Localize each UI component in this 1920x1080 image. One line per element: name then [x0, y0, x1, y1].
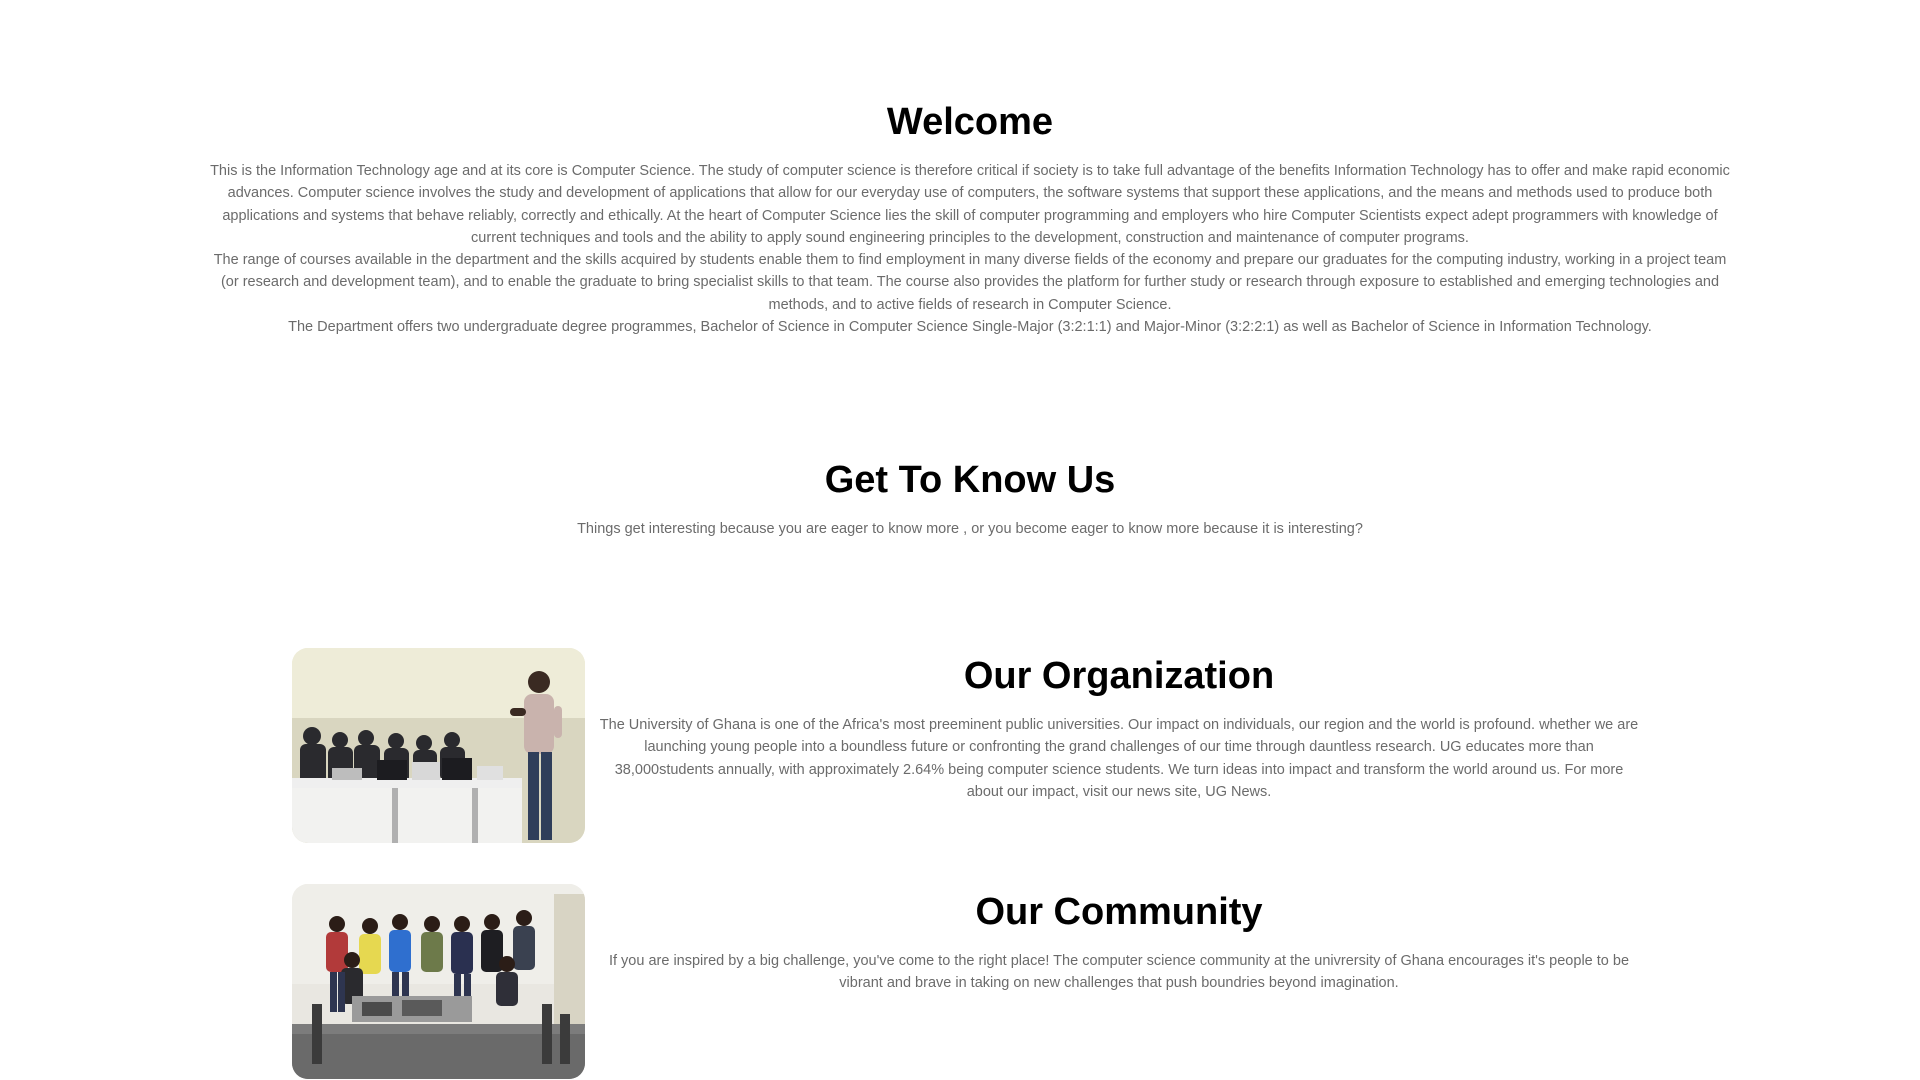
community-photo [292, 884, 585, 1079]
organization-description: The University of Ghana is one of the Af… [599, 717, 1639, 800]
welcome-paragraph-3: The Department offers two undergraduate … [288, 319, 1652, 336]
community-content: Our Community If you are inspired by a b… [599, 884, 1639, 995]
community-description: If you are inspired by a big challenge, … [608, 953, 1630, 992]
organization-photo [292, 648, 585, 843]
get-to-know-us-title: Get To Know Us [824, 459, 1116, 501]
community-title: Our Community [975, 891, 1263, 933]
organization-title: Our Organization [963, 655, 1275, 697]
welcome-paragraph-2: The range of courses available in the de… [213, 252, 1727, 313]
page: Welcome This is the Information Technolo… [0, 0, 1920, 1080]
welcome-paragraph-1: This is the Information Technology age a… [210, 163, 1730, 246]
organization-row: Our Organization The University of Ghana… [292, 648, 1652, 843]
welcome-section: Welcome This is the Information Technolo… [210, 92, 1730, 338]
welcome-title: Welcome [886, 101, 1054, 143]
community-row: Our Community If you are inspired by a b… [292, 884, 1652, 1079]
organization-content: Our Organization The University of Ghana… [599, 648, 1639, 803]
get-to-know-us-section: Get To Know Us Things get interesting be… [210, 450, 1730, 540]
get-to-know-us-subtitle: Things get interesting because you are e… [577, 521, 1363, 537]
